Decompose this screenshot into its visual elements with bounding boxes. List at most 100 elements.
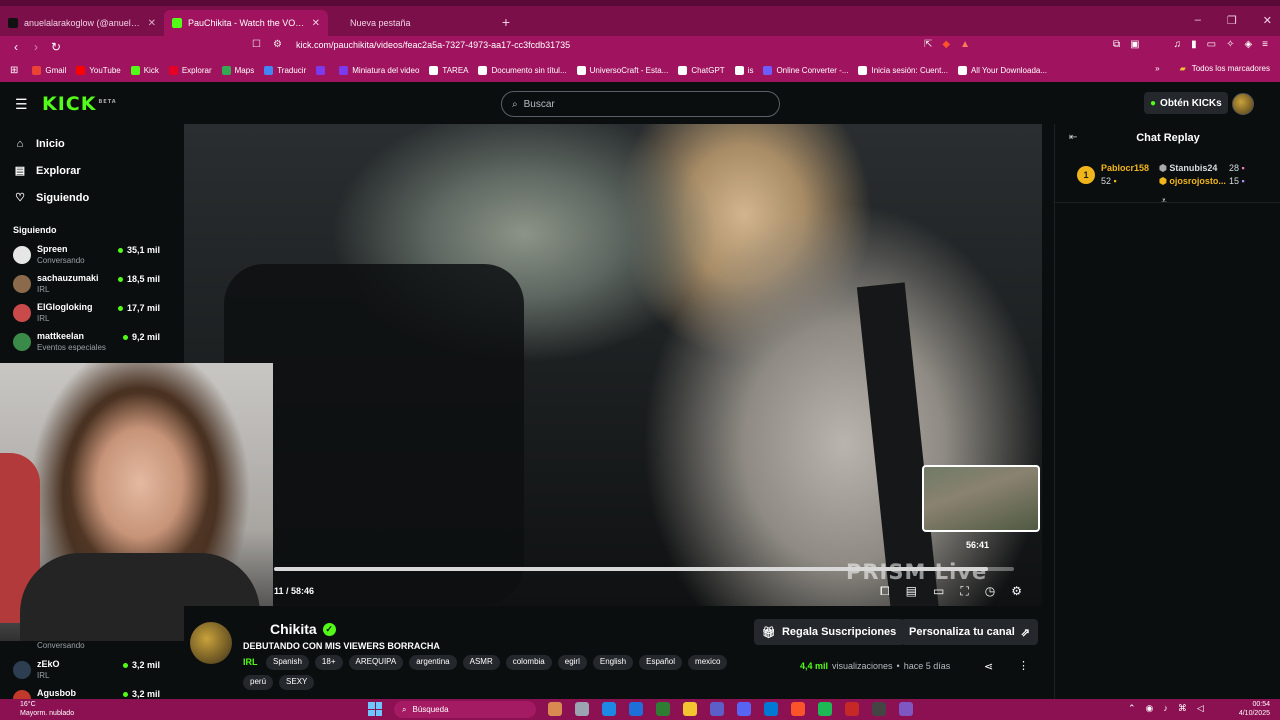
tab-kick[interactable]: PauChikita - Watch the VOD on Kick ✕: [164, 10, 328, 36]
customize-channel-button[interactable]: Personaliza tu canal ⇗: [901, 619, 1038, 645]
bookmark-item[interactable]: Kick: [130, 65, 159, 75]
tag-chip[interactable]: Español: [639, 655, 683, 670]
more-options-icon[interactable]: ⋮: [1018, 659, 1029, 672]
bookmark-item[interactable]: UniversoCraft - Esta...: [576, 65, 668, 75]
sidebar-nav-item[interactable]: ▤ Explorar: [0, 157, 168, 184]
bookmark-item[interactable]: Maps: [221, 65, 254, 75]
speed-icon[interactable]: ◷: [985, 584, 995, 599]
clock[interactable]: 00:54 4/10/2025: [1239, 700, 1270, 718]
taskbar-app-icon[interactable]: [764, 702, 778, 716]
volume-icon[interactable]: ◁: [1197, 703, 1204, 714]
wallet-icon[interactable]: ▭: [1207, 39, 1216, 50]
leo-icon[interactable]: ✧: [1226, 39, 1234, 50]
bookmark-item[interactable]: Miniatura del video: [339, 65, 419, 75]
network-icon[interactable]: ⌘: [1178, 703, 1187, 714]
clip-icon[interactable]: ▤: [906, 584, 917, 599]
seek-bar[interactable]: [274, 567, 1014, 571]
site-info-icon[interactable]: ⚙: [273, 39, 282, 50]
gifter-name[interactable]: ⬢ Stanubis24: [1159, 163, 1217, 174]
tag-chip[interactable]: ASMR: [462, 655, 500, 670]
followed-channel[interactable]: sachauzumaki IRL 18,5 mil: [0, 268, 168, 297]
taskbar-app-icon[interactable]: [791, 702, 805, 716]
followed-channel[interactable]: mattkeelan Eventos especiales 9,2 mil: [0, 326, 168, 355]
get-kicks-button[interactable]: ● Obtén KICKs: [1144, 92, 1228, 114]
gift-subs-button[interactable]: 🎁︎ Regala Suscripciones: [754, 619, 905, 645]
tag-chip[interactable]: argentina: [409, 655, 457, 670]
close-tab-icon[interactable]: ✕: [148, 18, 156, 29]
bookmark-item[interactable]: All Your Downloada...: [957, 65, 1047, 75]
taskbar-search[interactable]: ⌕ Búsqueda: [394, 701, 536, 718]
tag-chip[interactable]: 18+: [314, 655, 343, 670]
all-bookmarks-link[interactable]: Todos los marcadores: [1192, 64, 1270, 73]
minimize-icon[interactable]: –: [1195, 14, 1201, 27]
bookmark-item[interactable]: Documento sin títul...: [478, 65, 567, 75]
share-icon[interactable]: ⇱: [924, 39, 932, 50]
search-input[interactable]: ⌕ Buscar: [501, 91, 780, 117]
reload-icon[interactable]: ↻: [46, 40, 66, 54]
wifi-icon[interactable]: ◉: [1146, 703, 1154, 714]
bookmark-item[interactable]: YouTube: [76, 65, 121, 75]
user-avatar[interactable]: [1232, 93, 1254, 115]
start-icon[interactable]: [368, 702, 382, 716]
hamburger-menu-icon[interactable]: ☰: [15, 96, 28, 113]
bookmark-item[interactable]: Traducir: [264, 65, 306, 75]
theater-mode-icon[interactable]: ▭: [933, 584, 944, 599]
settings-gear-icon[interactable]: ⚙: [1011, 584, 1022, 599]
followed-channel[interactable]: zEkO IRL 3,2 mil: [0, 654, 168, 683]
bookmark-item[interactable]: Inicia sesión: Cuent...: [858, 65, 948, 75]
close-window-icon[interactable]: ✕: [1263, 14, 1272, 27]
tag-chip[interactable]: AREQUIPA: [348, 655, 404, 670]
category-link[interactable]: IRL: [243, 657, 258, 667]
brave-shield-icon[interactable]: ◆: [942, 39, 950, 50]
taskbar-app-icon[interactable]: [737, 702, 751, 716]
tag-chip[interactable]: egirl: [557, 655, 587, 670]
taskbar-app-icon[interactable]: [818, 702, 832, 716]
taskbar-app-icon[interactable]: [899, 702, 913, 716]
taskbar-app-icon[interactable]: [683, 702, 697, 716]
followed-channel[interactable]: ElGlogloking IRL 17,7 mil: [0, 297, 168, 326]
taskbar-app-icon[interactable]: [629, 702, 643, 716]
taskbar-app-icon[interactable]: [656, 702, 670, 716]
mic-icon[interactable]: ♪: [1163, 703, 1168, 714]
taskbar-app-icon[interactable]: [845, 702, 859, 716]
kick-logo[interactable]: KICK BETA: [42, 93, 117, 115]
taskbar-app-icon[interactable]: [602, 702, 616, 716]
bookmark-item[interactable]: TAREA: [429, 65, 468, 75]
media-icon[interactable]: ♫: [1174, 39, 1182, 50]
tag-chip[interactable]: mexico: [688, 655, 728, 670]
share-icon[interactable]: ⋖: [984, 660, 993, 673]
close-tab-icon[interactable]: ✕: [312, 18, 320, 29]
bookmark-item[interactable]: Online Converter -...: [763, 65, 848, 75]
sidebar-nav-item[interactable]: ♡ Siguiendo: [0, 184, 168, 211]
taskbar-app-icon[interactable]: [872, 702, 886, 716]
sidebar-icon[interactable]: ▮: [1191, 39, 1197, 50]
tab-tiktok[interactable]: anuelalarakoglow (@anuelalarakoglow ✕: [0, 10, 164, 36]
menu-icon[interactable]: ≡: [1262, 39, 1268, 50]
bookmark-item[interactable]: [316, 65, 329, 75]
tab-new[interactable]: Nueva pestaña: [328, 10, 492, 36]
more-bookmarks-icon[interactable]: »: [1155, 64, 1159, 73]
brave-rewards-icon[interactable]: ▲: [960, 39, 970, 50]
tag-chip[interactable]: colombia: [505, 655, 552, 670]
followed-channel[interactable]: Spreen Conversando 35,1 mil: [0, 239, 168, 268]
vpn-icon[interactable]: ◈: [1244, 39, 1252, 50]
followed-channel[interactable]: Conversando: [0, 640, 168, 654]
fullscreen-icon[interactable]: ⛶: [960, 584, 968, 599]
tag-chip[interactable]: SEXY: [279, 675, 315, 690]
video-player[interactable]: 56:41 PRISM Live 11 / 58:46 ⧠ ▤ ▭ ⛶ ◷ ⚙: [184, 124, 1042, 606]
tag-chip[interactable]: English: [592, 655, 634, 670]
tray-chevron-icon[interactable]: ⌃: [1128, 703, 1136, 714]
tag-chip[interactable]: perú: [243, 675, 274, 690]
url-field[interactable]: kick.com/pauchikita/videos/feac2a5a-7327…: [296, 40, 570, 50]
weather-widget[interactable]: 16°C Mayorm. nublado: [20, 700, 74, 718]
bookmark-item[interactable]: ChatGPT: [678, 65, 725, 75]
mini-player-icon[interactable]: ⧠: [880, 584, 890, 599]
taskbar-app-icon[interactable]: [548, 702, 562, 716]
taskbar-app-icon[interactable]: [710, 702, 724, 716]
forward-icon[interactable]: ›: [26, 40, 46, 54]
tag-chip[interactable]: Spanish: [266, 655, 309, 670]
gifter-name[interactable]: Pablocr158: [1101, 163, 1149, 173]
channel-name[interactable]: Chikita ✓: [270, 621, 336, 637]
apps-grid-icon[interactable]: ⊞: [10, 65, 18, 76]
taskbar-app-icon[interactable]: [575, 702, 589, 716]
